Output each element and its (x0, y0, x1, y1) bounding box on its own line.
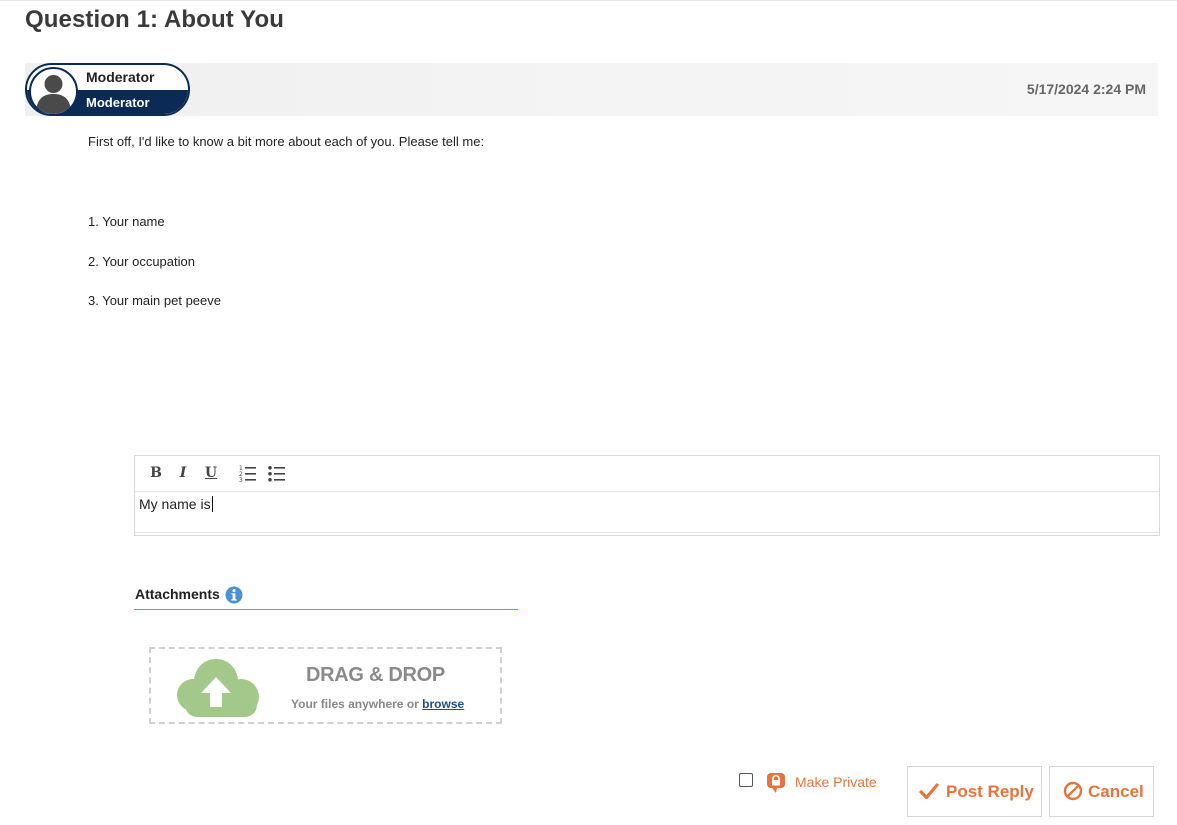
underline-button[interactable]: U (204, 463, 218, 483)
post-intro: First off, I'd like to know a bit more a… (88, 134, 485, 149)
svg-text:3: 3 (239, 477, 243, 483)
make-private-checkbox[interactable] (739, 773, 753, 787)
author-badge[interactable]: Moderator Moderator (25, 63, 190, 116)
reply-editor: B I U 1 2 3 My name is (134, 455, 1160, 536)
text-caret (211, 496, 213, 512)
post-header: Moderator Moderator 5/17/2024 2:24 PM (25, 63, 1158, 116)
italic-button[interactable]: I (176, 463, 190, 483)
list-item: 3. Your main pet peeve (88, 293, 221, 308)
checkmark-icon (919, 783, 939, 800)
browse-link[interactable]: browse (422, 697, 464, 711)
bullet-list-icon (268, 466, 285, 482)
attachments-label: Attachments (135, 586, 220, 602)
cancel-icon (1063, 781, 1083, 801)
cloud-upload-icon (177, 659, 259, 717)
post-reply-button[interactable]: Post Reply (907, 766, 1042, 817)
cancel-label: Cancel (1088, 782, 1144, 801)
top-divider (0, 0, 1177, 1)
attachments-divider (134, 609, 518, 610)
list-item: 2. Your occupation (88, 254, 195, 269)
editor-bottom-line (135, 532, 1159, 533)
page-title: Question 1: About You (25, 6, 284, 33)
editor-textarea[interactable]: My name is (139, 496, 213, 512)
make-private-label[interactable]: Make Private (795, 774, 877, 790)
lock-icon (767, 773, 785, 793)
info-icon[interactable] (225, 586, 243, 604)
dropzone-title: DRAG & DROP (306, 664, 445, 686)
post-date: 5/17/2024 2:24 PM (1026, 81, 1146, 97)
editor-toolbar: B I U 1 2 3 (135, 456, 1159, 492)
cancel-button[interactable]: Cancel (1049, 766, 1154, 817)
post-reply-label: Post Reply (946, 782, 1034, 801)
ordered-list-button[interactable]: 1 2 3 (239, 463, 257, 484)
bullet-list-button[interactable] (268, 463, 286, 483)
bold-button[interactable]: B (149, 463, 163, 483)
list-item: 1. Your name (88, 214, 165, 229)
editor-text: My name is (139, 496, 211, 512)
ordered-list-icon: 1 2 3 (239, 465, 256, 484)
dropzone-subtitle: Your files anywhere or browse (291, 697, 464, 711)
user-silhouette-icon (36, 75, 71, 114)
author-role: Moderator (86, 95, 150, 110)
file-dropzone[interactable]: DRAG & DROP Your files anywhere or brows… (149, 647, 502, 724)
author-name: Moderator (86, 69, 155, 85)
dropzone-subtitle-text: Your files anywhere or (291, 697, 419, 711)
avatar (29, 67, 78, 114)
